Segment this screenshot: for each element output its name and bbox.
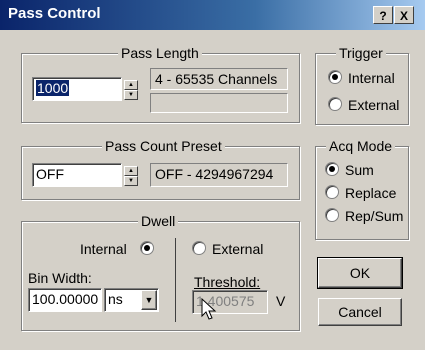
acq-mode-legend: Acq Mode: [326, 138, 396, 154]
pass-length-range: 4 - 65535 Channels: [150, 68, 288, 90]
dwell-external-label: External: [212, 241, 264, 257]
pass-count-spinner[interactable]: ▲ ▼: [124, 166, 138, 186]
title-bar: Pass Control ? X: [0, 0, 425, 30]
acq-sum-label: Sum: [345, 162, 374, 178]
radio-selected-icon[interactable]: [140, 241, 154, 255]
radio-selected-icon[interactable]: [328, 70, 342, 84]
pass-length-value: 1000: [36, 80, 70, 96]
acq-repsum-radio[interactable]: Rep/Sum: [325, 208, 403, 224]
cancel-button[interactable]: Cancel: [318, 298, 402, 326]
dwell-external-radio[interactable]: External: [192, 241, 263, 257]
spin-up-icon[interactable]: ▲: [124, 166, 138, 176]
radio-unselected-icon[interactable]: [325, 185, 339, 199]
window-title: Pass Control: [8, 5, 101, 22]
acq-sum-radio[interactable]: Sum: [325, 162, 374, 178]
bin-width-label: Bin Width:: [28, 270, 92, 286]
unit-value: ns: [108, 291, 123, 307]
ok-button[interactable]: OK: [317, 257, 403, 289]
dwell-legend: Dwell: [138, 213, 179, 229]
pass-count-range: OFF - 4294967294: [150, 163, 288, 187]
trigger-internal-label: Internal: [348, 70, 395, 86]
dropdown-arrow-icon[interactable]: ▼: [141, 290, 157, 310]
spin-down-icon[interactable]: ▼: [124, 90, 138, 100]
acq-repsum-label: Rep/Sum: [345, 208, 404, 224]
pass-length-input[interactable]: 1000: [32, 77, 122, 101]
acq-replace-label: Replace: [345, 185, 397, 201]
spin-up-icon[interactable]: ▲: [124, 80, 138, 90]
trigger-group: Trigger: [315, 45, 409, 125]
acq-replace-radio[interactable]: Replace: [325, 185, 396, 201]
trigger-legend: Trigger: [336, 45, 386, 61]
dwell-internal-label: Internal: [80, 241, 127, 257]
bin-width-input[interactable]: 100.00000: [28, 288, 102, 312]
spin-down-icon[interactable]: ▼: [124, 176, 138, 186]
mouse-cursor-icon: [201, 298, 217, 320]
pass-length-spinner[interactable]: ▲ ▼: [124, 80, 138, 100]
unit-select[interactable]: ns ▼: [104, 288, 159, 312]
pass-count-input[interactable]: OFF: [32, 163, 122, 187]
threshold-unit: V: [276, 293, 286, 309]
dwell-internal-radio[interactable]: [140, 241, 160, 257]
radio-unselected-icon[interactable]: [192, 241, 206, 255]
trigger-external-radio[interactable]: External: [328, 97, 399, 113]
pass-length-legend: Pass Length: [118, 45, 202, 61]
trigger-external-label: External: [348, 97, 400, 113]
radio-unselected-icon[interactable]: [328, 97, 342, 111]
dwell-divider: [175, 238, 176, 322]
threshold-label: Threshold:: [194, 274, 261, 290]
radio-unselected-icon[interactable]: [325, 208, 339, 222]
pass-count-legend: Pass Count Preset: [102, 138, 225, 154]
pass-length-extra: [150, 93, 288, 113]
close-button[interactable]: X: [394, 6, 414, 24]
help-button[interactable]: ?: [373, 6, 393, 24]
radio-selected-icon[interactable]: [325, 162, 339, 176]
trigger-internal-radio[interactable]: Internal: [328, 70, 395, 86]
